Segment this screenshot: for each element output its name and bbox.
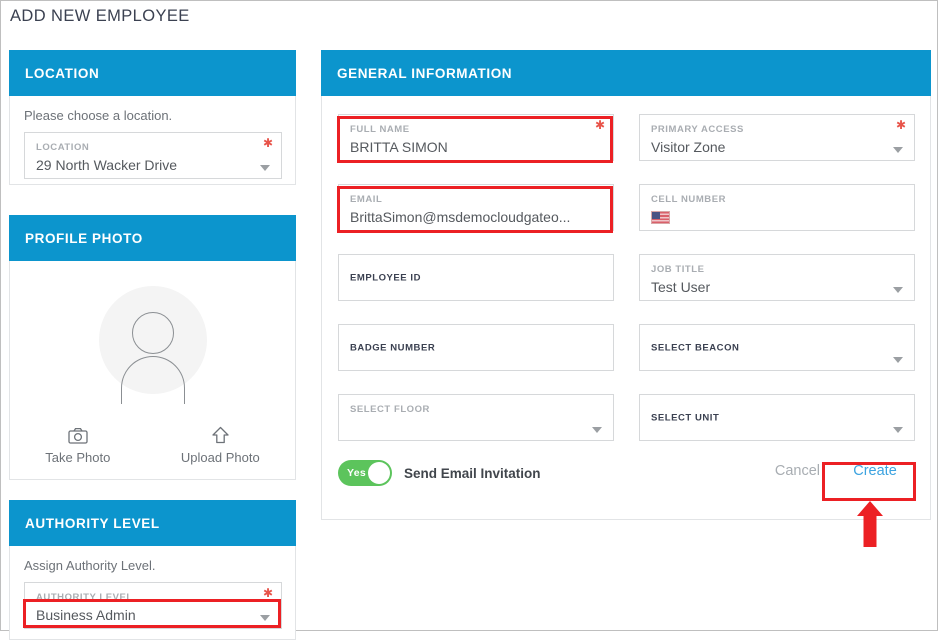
authority-helper-text: Assign Authority Level. <box>24 558 156 573</box>
job-title-value: Test User <box>651 279 711 295</box>
required-asterisk-icon: ✱ <box>262 586 273 600</box>
general-information-panel: GENERAL INFORMATION FULL NAME ✱ BRITTA S… <box>321 50 931 520</box>
take-photo-label: Take Photo <box>45 450 111 465</box>
required-asterisk-icon: ✱ <box>262 136 273 150</box>
upload-arrow-icon <box>211 426 230 444</box>
profile-photo-panel-body: Take Photo Upload Photo <box>9 261 296 480</box>
create-button[interactable]: Create <box>836 463 914 479</box>
location-panel: LOCATION Please choose a location. LOCAT… <box>9 50 296 185</box>
us-flag-icon[interactable] <box>651 211 670 224</box>
page-title: ADD NEW EMPLOYEE <box>10 7 190 25</box>
select-unit-select[interactable]: SELECT UNIT <box>639 394 915 441</box>
location-panel-body: Please choose a location. LOCATION ✱ 29 … <box>9 96 296 185</box>
cell-number-input[interactable]: CELL NUMBER <box>639 184 915 231</box>
authority-level-panel: AUTHORITY LEVEL Assign Authority Level. … <box>9 500 296 640</box>
chevron-down-icon <box>893 427 903 433</box>
profile-photo-actions: Take Photo Upload Photo <box>10 426 295 465</box>
authority-level-select[interactable]: AUTHORITY LEVEL ✱ Business Admin <box>24 582 282 629</box>
upload-photo-label: Upload Photo <box>180 450 260 465</box>
select-beacon-select[interactable]: SELECT BEACON <box>639 324 915 371</box>
full-name-input[interactable]: FULL NAME ✱ BRITTA SIMON <box>338 114 614 161</box>
profile-photo-panel: PROFILE PHOTO Take Photo Upload Photo <box>9 215 296 480</box>
send-email-invitation-label: Send Email Invitation <box>404 465 541 481</box>
select-unit-label: SELECT UNIT <box>651 412 720 423</box>
add-employee-page: ADD NEW EMPLOYEE LOCATION Please choose … <box>1 1 937 640</box>
select-beacon-label: SELECT BEACON <box>651 342 740 353</box>
full-name-label: FULL NAME <box>350 124 410 135</box>
profile-photo-panel-heading: PROFILE PHOTO <box>9 215 296 261</box>
job-title-label: JOB TITLE <box>651 264 705 275</box>
location-helper-text: Please choose a location. <box>24 108 173 123</box>
location-select-value: 29 North Wacker Drive <box>36 157 178 173</box>
select-floor-select[interactable]: SELECT FLOOR <box>338 394 614 441</box>
employee-id-label: EMPLOYEE ID <box>350 272 421 283</box>
badge-number-input[interactable]: BADGE NUMBER <box>338 324 614 371</box>
chevron-down-icon <box>592 427 602 433</box>
chevron-down-icon <box>260 615 270 621</box>
required-asterisk-icon: ✱ <box>895 118 906 132</box>
avatar-body-shape <box>120 356 185 404</box>
email-value: BrittaSimon@msdemocloudgateo... <box>350 209 571 225</box>
send-email-invitation-group: Yes Send Email Invitation <box>338 460 541 486</box>
authority-level-select-label: AUTHORITY LEVEL <box>36 592 133 603</box>
required-asterisk-icon: ✱ <box>594 118 605 132</box>
create-button-annotation-arrow <box>856 501 884 547</box>
primary-access-label: PRIMARY ACCESS <box>651 124 744 135</box>
chevron-down-icon <box>893 357 903 363</box>
cell-number-label: CELL NUMBER <box>651 194 727 205</box>
email-label: EMAIL <box>350 194 383 205</box>
send-email-invitation-toggle[interactable]: Yes <box>338 460 392 486</box>
camera-icon <box>68 427 88 444</box>
take-photo-button[interactable]: Take Photo <box>45 427 110 465</box>
general-information-panel-body: FULL NAME ✱ BRITTA SIMON PRIMARY ACCESS … <box>321 96 931 520</box>
authority-level-select-value: Business Admin <box>36 607 136 623</box>
select-floor-label: SELECT FLOOR <box>350 404 430 415</box>
toggle-state-label: Yes <box>347 467 367 479</box>
authority-level-panel-body: Assign Authority Level. AUTHORITY LEVEL … <box>9 546 296 640</box>
full-name-value: BRITTA SIMON <box>350 139 448 155</box>
primary-access-select[interactable]: PRIMARY ACCESS ✱ Visitor Zone <box>639 114 915 161</box>
user-avatar-icon <box>98 286 207 404</box>
job-title-select[interactable]: JOB TITLE Test User <box>639 254 915 301</box>
chevron-down-icon <box>893 287 903 293</box>
employee-id-input[interactable]: EMPLOYEE ID <box>338 254 614 301</box>
badge-number-label: BADGE NUMBER <box>350 342 436 353</box>
general-information-panel-heading: GENERAL INFORMATION <box>321 50 931 96</box>
avatar-head-shape <box>131 312 174 354</box>
location-select[interactable]: LOCATION ✱ 29 North Wacker Drive <box>24 132 282 179</box>
general-information-footer: Yes Send Email Invitation Cancel Create <box>322 460 930 500</box>
cancel-button[interactable]: Cancel <box>775 463 820 479</box>
chevron-down-icon <box>260 165 270 171</box>
location-panel-heading: LOCATION <box>9 50 296 96</box>
authority-level-panel-heading: AUTHORITY LEVEL <box>9 500 296 546</box>
location-select-label: LOCATION <box>36 142 90 153</box>
email-input[interactable]: EMAIL BrittaSimon@msdemocloudgateo... <box>338 184 614 231</box>
chevron-down-icon <box>893 147 903 153</box>
toggle-knob <box>368 462 390 484</box>
upload-photo-button[interactable]: Upload Photo <box>181 426 260 465</box>
primary-access-value: Visitor Zone <box>651 139 726 155</box>
